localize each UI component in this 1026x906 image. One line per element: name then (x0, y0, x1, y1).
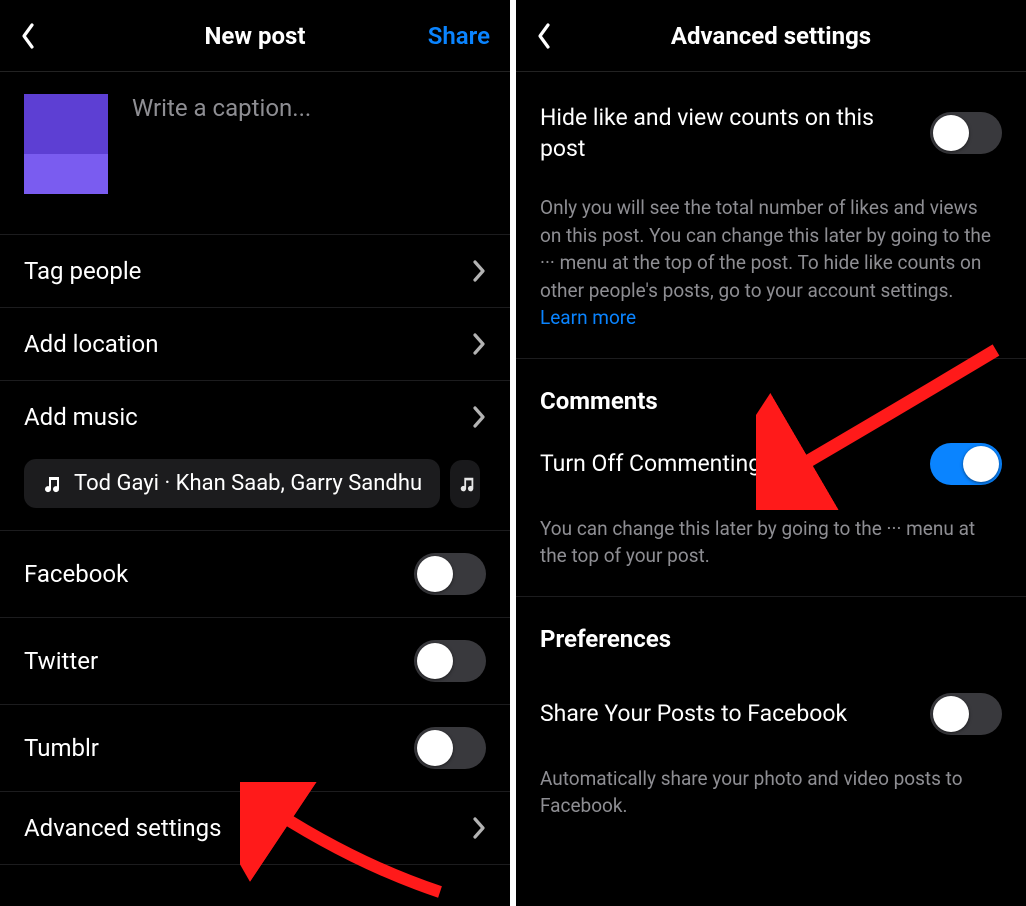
preferences-section-header: Preferences (516, 597, 1026, 669)
chevron-right-icon (472, 332, 486, 356)
turn-off-commenting-desc: You can change this later by going to th… (516, 497, 1026, 596)
music-chip-label: Tod Gayi · Khan Saab, Garry Sandhu (74, 471, 422, 496)
share-facebook-label: Facebook (24, 560, 128, 588)
back-icon[interactable] (20, 22, 36, 50)
post-thumbnail[interactable] (24, 94, 108, 194)
share-to-facebook-label: Share Your Posts to Facebook (540, 698, 930, 729)
hide-like-counts-toggle[interactable] (930, 112, 1002, 154)
add-location-row[interactable]: Add location (0, 307, 510, 380)
share-facebook-toggle[interactable] (414, 553, 486, 595)
chevron-right-icon (472, 405, 486, 429)
caption-row: Write a caption... (0, 72, 510, 234)
chevron-right-icon (472, 259, 486, 283)
share-button[interactable]: Share (428, 22, 490, 50)
music-note-icon (42, 474, 62, 494)
back-icon[interactable] (536, 22, 552, 50)
advanced-settings-screen: Advanced settings Hide like and view cou… (516, 0, 1026, 906)
header: New post Share (0, 0, 510, 72)
share-to-facebook-toggle[interactable] (930, 693, 1002, 735)
tag-people-label: Tag people (24, 257, 141, 285)
hide-like-counts-row: Hide like and view counts on this post (516, 72, 1026, 176)
chevron-right-icon (472, 816, 486, 840)
share-twitter-label: Twitter (24, 647, 98, 675)
learn-more-link[interactable]: Learn more (540, 306, 636, 329)
page-title: Advanced settings (671, 22, 871, 50)
add-music-label: Add music (24, 403, 138, 431)
music-suggestions: Tod Gayi · Khan Saab, Garry Sandhu (0, 453, 510, 530)
turn-off-commenting-row: Turn Off Commenting (516, 431, 1026, 497)
page-title: New post (205, 22, 306, 50)
tag-people-row[interactable]: Tag people (0, 234, 510, 307)
hide-like-counts-label: Hide like and view counts on this post (540, 102, 930, 164)
new-post-screen: New post Share Write a caption... Tag pe… (0, 0, 510, 906)
share-to-facebook-row: Share Your Posts to Facebook (516, 669, 1026, 747)
share-to-facebook-desc: Automatically share your photo and video… (516, 747, 1026, 846)
music-chip-next[interactable] (450, 460, 480, 508)
header: Advanced settings (516, 0, 1026, 72)
comments-section-header: Comments (516, 359, 1026, 431)
share-tumblr-label: Tumblr (24, 734, 99, 762)
add-music-row[interactable]: Add music (0, 380, 510, 453)
music-chip[interactable]: Tod Gayi · Khan Saab, Garry Sandhu (24, 459, 440, 508)
add-location-label: Add location (24, 330, 158, 358)
hide-like-counts-desc: Only you will see the total number of li… (516, 176, 1026, 358)
share-facebook-row: Facebook (0, 530, 510, 617)
turn-off-commenting-toggle[interactable] (930, 443, 1002, 485)
share-tumblr-toggle[interactable] (414, 727, 486, 769)
share-twitter-toggle[interactable] (414, 640, 486, 682)
hide-like-counts-desc-text: Only you will see the total number of li… (540, 196, 991, 302)
share-twitter-row: Twitter (0, 617, 510, 704)
advanced-settings-row[interactable]: Advanced settings (0, 791, 510, 864)
advanced-settings-label: Advanced settings (24, 814, 222, 842)
turn-off-commenting-label: Turn Off Commenting (540, 448, 930, 479)
share-tumblr-row: Tumblr (0, 704, 510, 791)
caption-input[interactable]: Write a caption... (132, 94, 311, 122)
